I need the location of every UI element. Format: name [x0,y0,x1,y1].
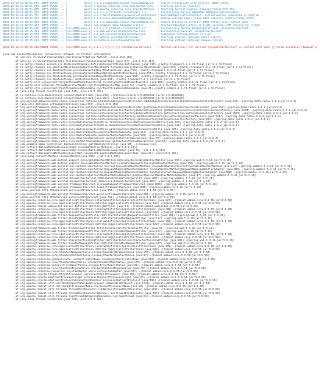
console-output: 2022-03-14 11:20:01.601 INFO 15540 --- [… [0,0,320,303]
stack-frame: at java.lang.Thread.run(Thread.java:748)… [3,297,103,301]
error-log: 2022-03-14 11:20:16.540 ERROR 15540 --- … [3,46,317,49]
startup-log: 2022-03-14 11:20:01.601 INFO 15540 --- [… [3,2,317,42]
stack-trace: at sun.nio.ch.SocketChannelImpl.checkCon… [3,56,317,300]
log-line-error: 2022-03-14 11:20:16.540 ERROR 15540 --- … [3,46,317,50]
